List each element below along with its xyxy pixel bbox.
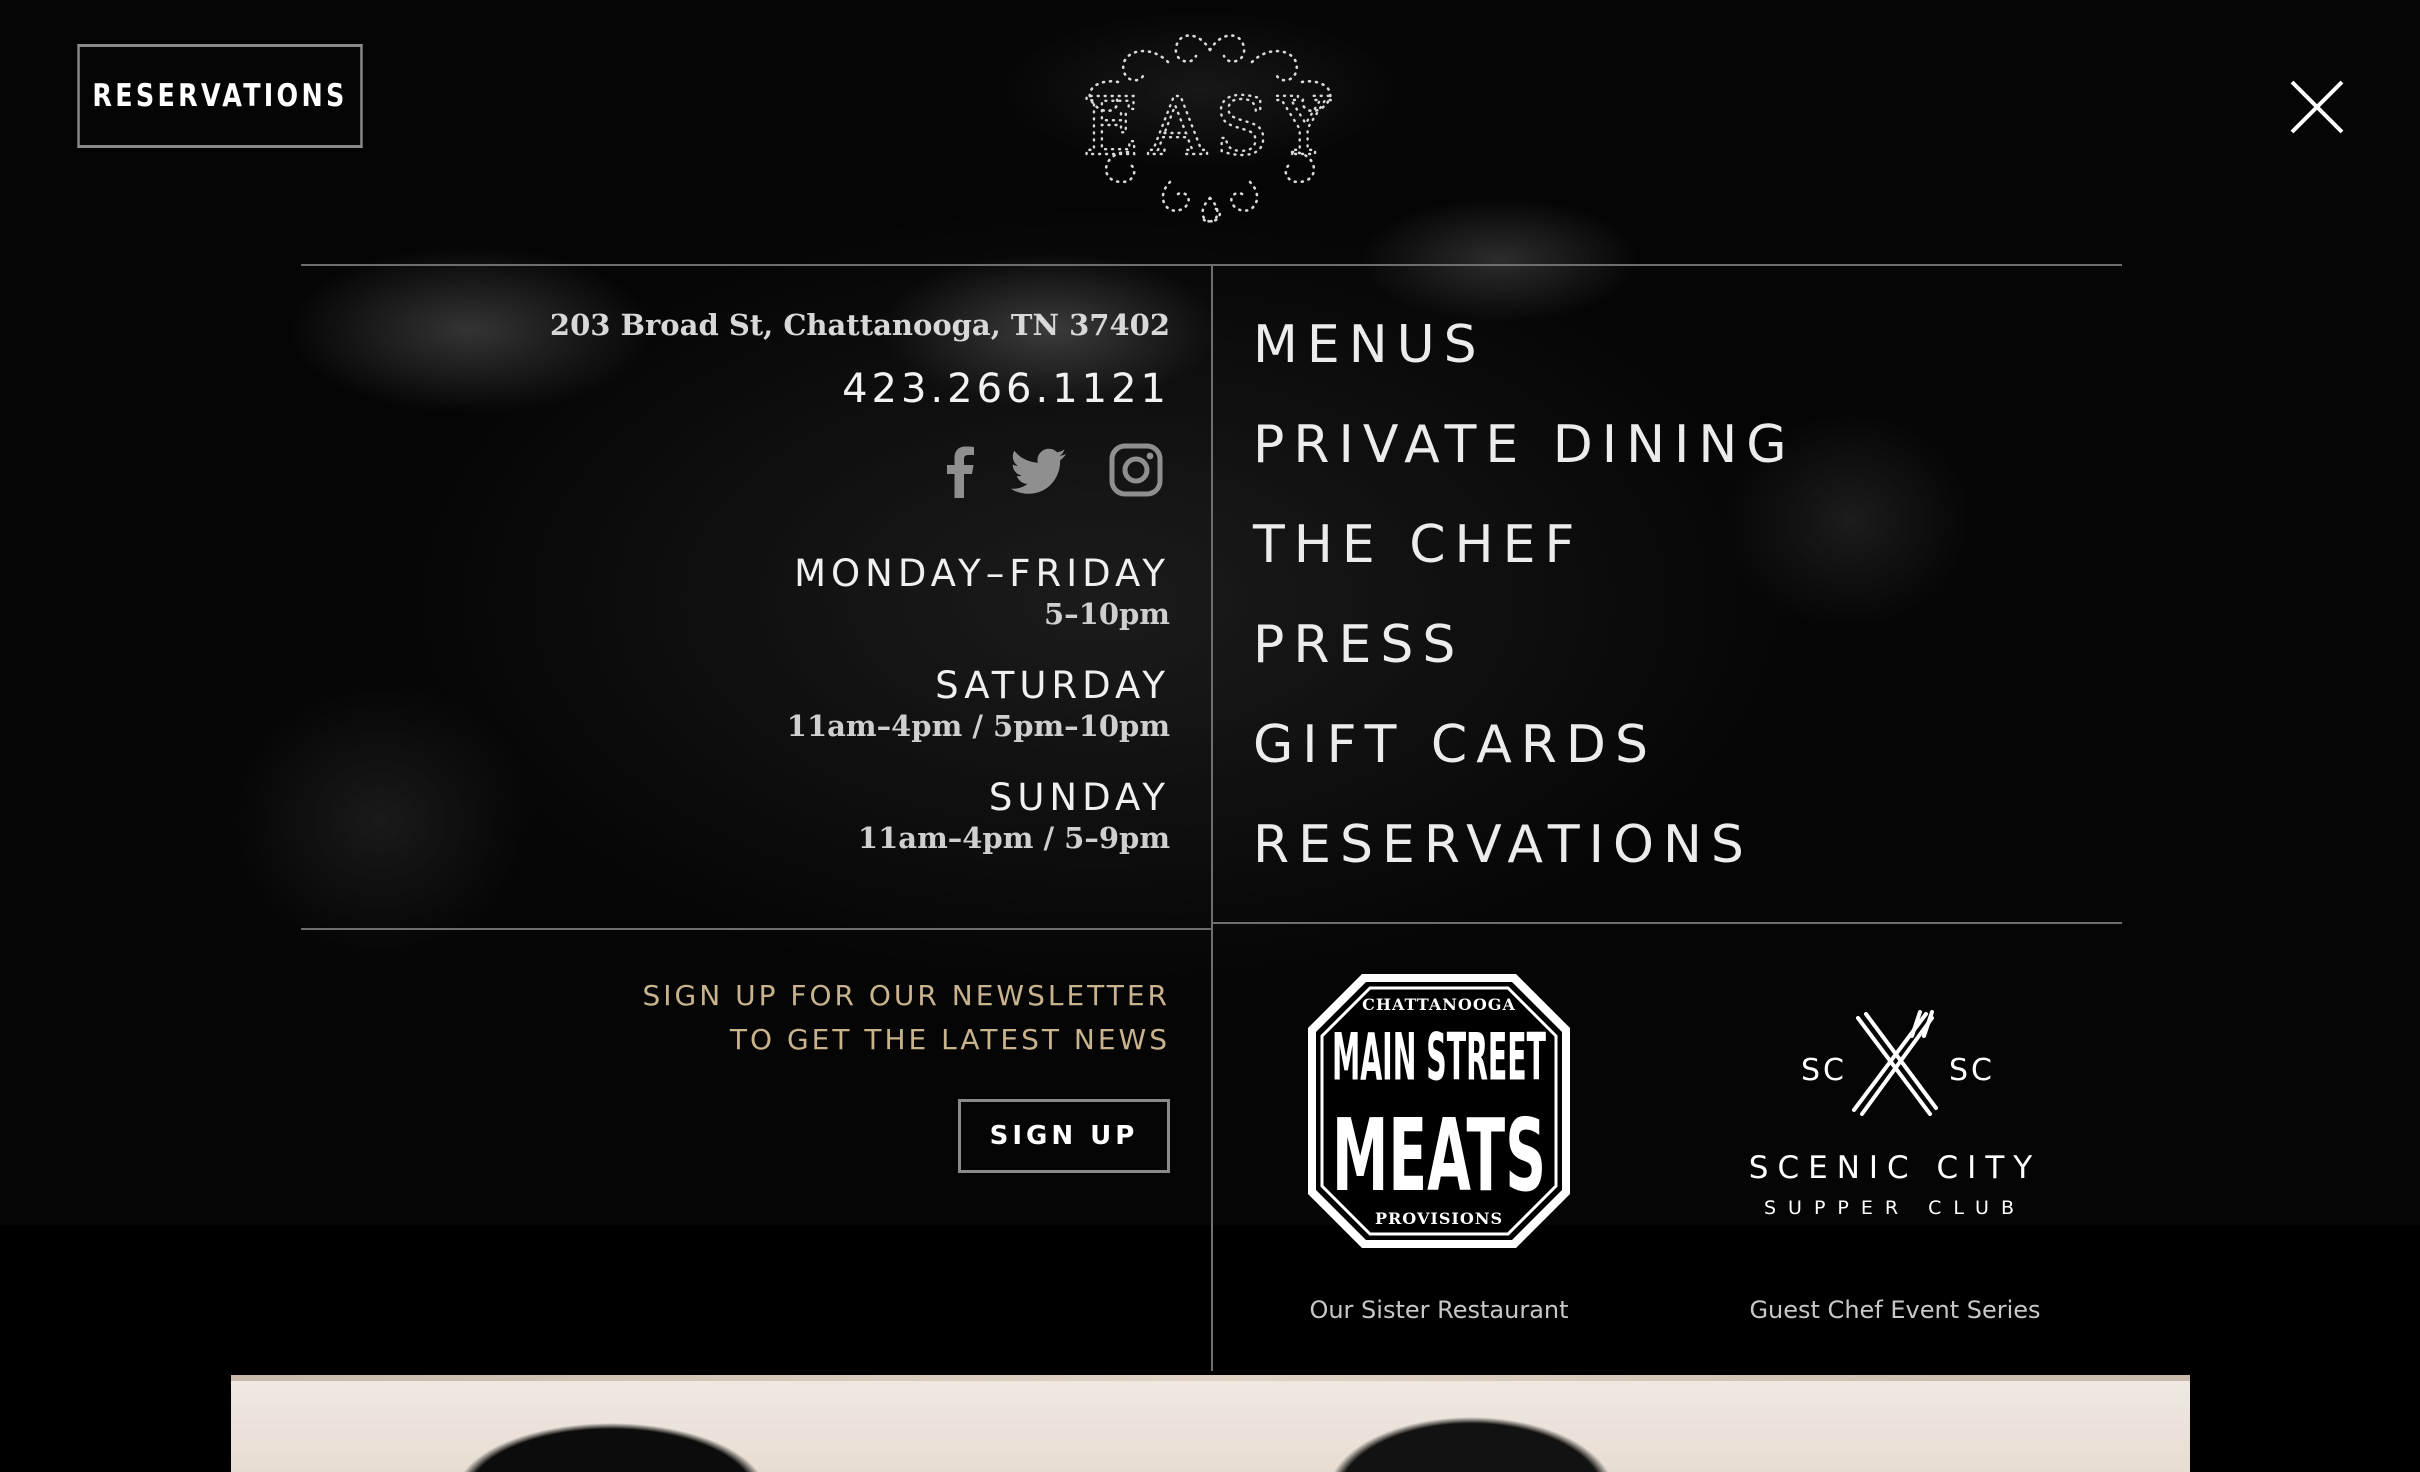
newsletter-text: SIGN UP FOR OUR NEWSLETTER TO GET THE LA… [470, 974, 1170, 1062]
nav-item-the-chef[interactable]: THE CHEF [1253, 510, 1796, 610]
msm-line-2: MEATS [1332, 1097, 1546, 1214]
hours-time: 11am–4pm / 5–9pm [857, 821, 1170, 855]
hours-day: MONDAY–FRIDAY [794, 552, 1170, 595]
hours-time: 11am–4pm / 5pm–10pm [786, 709, 1170, 743]
scc-caption: Guest Chef Event Series [1749, 1296, 2041, 1324]
msm-bottom-text: PROVISIONS [1375, 1209, 1503, 1228]
center-vertical-divider [1211, 265, 1213, 1371]
close-icon[interactable] [2288, 78, 2346, 136]
main-street-meats-logo[interactable]: CHATTANOOGA MAIN STREET MEATS PROVISIONS [1302, 968, 1576, 1254]
hours-time: 5–10pm [1044, 597, 1170, 631]
msm-top-text: CHATTANOOGA [1362, 995, 1516, 1014]
instagram-icon[interactable] [1106, 440, 1166, 500]
social-links [930, 440, 1170, 500]
twitter-icon[interactable] [1008, 440, 1072, 500]
logo-text: EASY [1082, 80, 1338, 173]
msm-caption: Our Sister Restaurant [1309, 1296, 1569, 1324]
main-nav: MENUS PRIVATE DINING THE CHEF PRESS GIFT… [1253, 310, 1796, 910]
msm-line-1: MAIN STREET [1332, 1021, 1546, 1096]
scc-line-1: SCENIC CITY [1749, 1150, 2041, 1186]
nav-item-private-dining[interactable]: PRIVATE DINING [1253, 410, 1796, 510]
address[interactable]: 203 Broad St, Chattanooga, TN 37402 [470, 308, 1170, 342]
nav-item-gift-cards[interactable]: GIFT CARDS [1253, 710, 1796, 810]
easy-logo[interactable]: EASY [1058, 22, 1362, 228]
left-mid-divider [301, 928, 1212, 930]
hours-block-weekdays: MONDAY–FRIDAY 5–10pm [470, 552, 1170, 631]
hours-day: SATURDAY [935, 664, 1170, 707]
hours-day: SUNDAY [988, 776, 1170, 819]
scc-line-2: SUPPER CLUB [1764, 1197, 2026, 1219]
scenic-city-supper-club-logo[interactable]: SC SC SCENIC CITY SUPPER CLUB [1740, 1010, 2050, 1220]
scc-right-initials: SC [1949, 1053, 1995, 1088]
newsletter-line-1: SIGN UP FOR OUR NEWSLETTER [642, 979, 1170, 1012]
facebook-icon[interactable] [930, 440, 990, 500]
scc-left-initials: SC [1801, 1053, 1847, 1088]
hours-block-sunday: SUNDAY 11am–4pm / 5–9pm [470, 776, 1170, 855]
newsletter-line-2: TO GET THE LATEST NEWS [729, 1023, 1170, 1056]
nav-item-menus[interactable]: MENUS [1253, 310, 1796, 410]
food-dish-image [231, 1375, 2190, 1472]
phone-number[interactable]: 423.266.1121 [570, 366, 1170, 412]
sign-up-button[interactable]: SIGN UP [958, 1099, 1170, 1173]
hours-block-saturday: SATURDAY 11am–4pm / 5pm–10pm [470, 664, 1170, 743]
nav-item-press[interactable]: PRESS [1253, 610, 1796, 710]
right-mid-divider [1212, 922, 2122, 924]
nav-item-reservations[interactable]: RESERVATIONS [1253, 810, 1796, 910]
reservations-button[interactable]: RESERVATIONS [77, 44, 363, 148]
